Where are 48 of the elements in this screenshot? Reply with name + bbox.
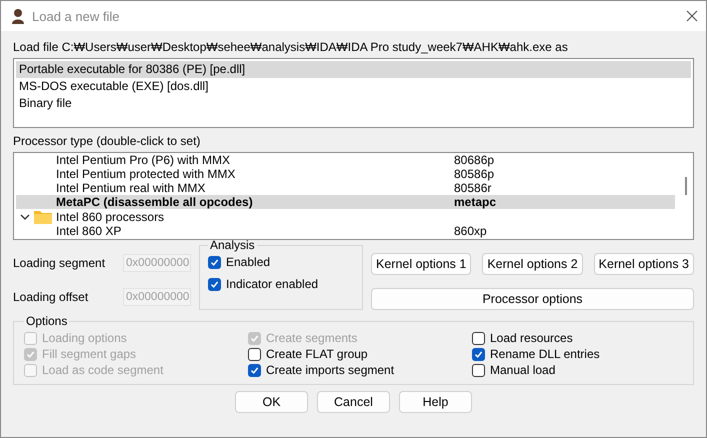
scrollbar-thumb[interactable]	[685, 177, 687, 195]
check-icon	[26, 350, 35, 358]
file-type-item[interactable]: MS-DOS executable (EXE) [dos.dll]	[16, 78, 691, 95]
checkbox[interactable]	[208, 278, 221, 290]
file-type-item[interactable]: Portable executable for 80386 (PE) [pe.dll]	[16, 61, 691, 78]
processor-type-label: Processor type (double-click to set)	[13, 133, 202, 149]
close-icon[interactable]	[686, 10, 698, 22]
checkbox[interactable]	[248, 364, 261, 376]
check-icon	[474, 350, 483, 358]
check-icon	[210, 258, 219, 266]
dialog-button[interactable]: Help	[399, 391, 472, 413]
processor-options-button[interactable]: Processor options	[371, 288, 694, 310]
kernel-options-button[interactable]: Kernel options 2	[482, 253, 583, 275]
checkbox[interactable]	[472, 348, 485, 360]
field-label: Loading segment	[13, 256, 106, 270]
check-icon	[250, 334, 259, 342]
checkbox-label[interactable]: Manual load	[490, 363, 556, 377]
chevron-icon[interactable]	[20, 212, 30, 222]
checkbox-label[interactable]: Indicator enabled	[226, 277, 318, 291]
file-type-item[interactable]: Binary file	[16, 95, 691, 112]
group-title: Analysis	[209, 238, 256, 252]
checkbox-label[interactable]: Create FLAT group	[266, 347, 368, 361]
folder-icon	[34, 210, 52, 224]
load-file-label: Load file C:₩Users₩user₩Desktop₩sehee₩analysis₩IDA₩IDA Pro study_week7₩AHK₩ahk.exe as	[13, 39, 569, 55]
window-title: Load a new file	[32, 8, 120, 24]
checkbox[interactable]	[472, 364, 485, 376]
folder-row[interactable]: Intel 860 processors	[16, 209, 691, 224]
processor-row[interactable]: Intel Pentium protected with MMX 80586p	[16, 167, 675, 181]
kernel-options-button[interactable]: Kernel options 1	[371, 253, 472, 275]
checkbox-label[interactable]: Enabled	[226, 255, 270, 269]
processor-row[interactable]: MetaPC (disassemble all opcodes) metapc	[16, 195, 675, 209]
checkbox-label[interactable]: Load resources	[490, 331, 573, 345]
dialog-button[interactable]: Cancel	[317, 391, 390, 413]
group-title: Options	[25, 314, 68, 328]
checkbox[interactable]	[248, 348, 261, 360]
kernel-options-button[interactable]: Kernel options 3	[594, 253, 694, 275]
field-label: Loading offset	[13, 290, 88, 304]
avatar-icon	[10, 8, 26, 24]
checkbox-label[interactable]: Rename DLL entries	[490, 347, 600, 361]
dialog-button[interactable]: OK	[235, 391, 308, 413]
processor-row[interactable]: Intel 860 XP 860xp	[16, 224, 675, 238]
processor-row[interactable]: Intel Pentium real with MMX 80586r	[16, 181, 675, 195]
check-icon	[250, 366, 259, 374]
check-icon	[210, 280, 219, 288]
checkbox[interactable]	[472, 332, 485, 344]
checkbox[interactable]	[208, 256, 221, 268]
checkbox-label[interactable]: Create imports segment	[266, 363, 394, 377]
processor-row[interactable]: Intel Pentium Pro (P6) with MMX 80686p	[16, 153, 675, 167]
